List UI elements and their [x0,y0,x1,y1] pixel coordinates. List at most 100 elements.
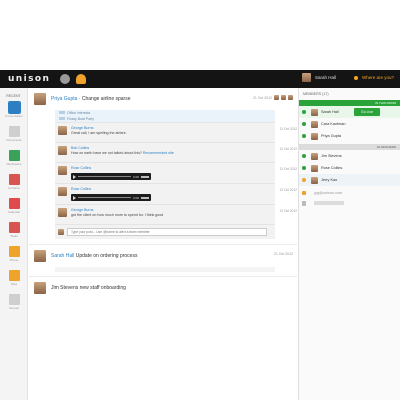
post-author[interactable]: Priya Gupta [51,96,77,102]
member-avatar [311,108,318,116]
play-icon[interactable] [73,174,76,179]
member-item[interactable]: Jim Stevens [299,150,400,162]
sidebar-item[interactable]: Tasks [0,218,28,242]
comment-date: 12 Oct 2012 [279,167,297,171]
sidebar-item[interactable]: Files [0,266,28,290]
go-live-button[interactable]: Go Live [354,108,380,116]
volume-icon[interactable] [141,196,149,199]
tag-icon [59,111,65,114]
reply-avatar [58,229,64,235]
groups-icon [8,294,20,305]
member-item[interactable]: Jerry Kao [299,174,400,186]
invite-text[interactable]: jpg@unison.com [314,191,342,195]
post-title[interactable]: Jim Stevens new staff onboarding [51,285,126,291]
member-name: Sarah Hall [321,110,339,114]
commenter-name[interactable]: Bob Collins [71,146,272,150]
post-meta: 21 Oct 2012 [274,252,293,256]
status-dot-icon [353,75,358,80]
participant-avatar [281,95,286,100]
member-item[interactable]: Rose Collins [299,162,400,174]
audio-time: 0:00 [133,174,139,179]
sidebar-item[interactable]: Groups [0,290,28,314]
post-author[interactable]: Jim Stevens [51,285,78,291]
comment: Bob Collins How on earth have we not talk… [55,143,297,163]
member-item[interactable]: Cara Kaufman [299,118,400,130]
commenter-avatar[interactable] [58,166,67,175]
user-avatar[interactable] [301,73,311,82]
author-avatar[interactable] [34,282,46,294]
comment-body: Rose Collins 0:00 [71,187,272,201]
post-subject: Update on ordering process [75,253,138,259]
member-name: Cara Kaufman [321,122,346,126]
user-name[interactable]: Sarah Hall [315,75,336,80]
commenter-name[interactable]: George Burns [71,126,272,130]
member-item[interactable]: Priya Gupta [299,130,400,142]
sidebar-item-label: Calendar [7,210,21,214]
audio-player[interactable]: 0:00 [71,173,151,180]
sidebar-item-label: Tasks [10,234,18,238]
author-avatar[interactable] [34,93,46,105]
app-logo: unison [8,74,51,84]
audio-progress[interactable] [78,197,132,198]
comment-date: 12 Oct 2012 [279,209,297,213]
people-icon[interactable] [60,74,71,84]
members-panel: MEMBERS (17) IN THIS ROOM Sarah Hall Go L… [298,88,400,400]
member-item[interactable]: Sarah Hall Go Live [299,106,400,118]
comment-text-body: Great call, I am spelling the airfare. [71,131,127,135]
comment-text: How on earth have we not talked about th… [71,151,272,155]
left-sidebar: RECENT Conversation Documents Workspace Con… [0,88,28,400]
sidebar-item-label: Files [10,282,18,286]
commenter-avatar[interactable] [58,187,67,196]
calendar-icon [8,198,20,209]
post: Priya Gupta · Change airline sparse 21 O… [29,88,297,245]
commenter-avatar[interactable] [58,126,67,135]
member-name: Jerry Kao [321,178,338,182]
elsewhere-list: Jim Stevens Rose Collins Jerry Kao [299,150,400,186]
sidebar-item[interactable]: Phone [0,242,28,266]
member-name: Priya Gupta [321,134,342,138]
comment-link[interactable]: Recommended site [143,151,174,155]
comment-date: 12 Oct 2012 [279,188,297,192]
presence-dot-icon [302,122,306,126]
volume-icon[interactable] [141,175,149,178]
comment-text: got the client on how much more to spend… [71,213,272,217]
sidebar-item[interactable]: Calendar [0,194,28,218]
commenter-avatar[interactable] [58,146,67,155]
play-icon[interactable] [73,195,76,200]
sidebar-item[interactable]: Conversation [0,98,28,122]
post-author[interactable]: Sarah Hall [51,253,74,259]
commenter-avatar[interactable] [58,208,67,217]
comment-body: George Burns got the client on how much m… [71,208,272,221]
comment-text-body: got the client on how much more to spend… [71,213,164,217]
sidebar-item[interactable]: Documents [0,122,28,146]
commenter-name[interactable]: Rose Collins [71,187,272,191]
sidebar-item[interactable]: Workspace [0,146,28,170]
post-date: 21 Oct 2012 [252,95,272,100]
author-avatar[interactable] [34,250,46,262]
comment: Rose Collins 0:00 12 Oct 2012 [55,163,297,184]
comment-date: 12 Oct 2012 [279,147,297,151]
reply-input[interactable] [67,228,267,236]
commenter-name[interactable]: Rose Collins [71,166,272,170]
member-avatar [311,132,318,140]
feed: Priya Gupta · Change airline sparse 21 O… [29,88,297,400]
post-title[interactable]: Priya Gupta · Change airline sparse [51,96,131,102]
sidebar-item-label: Conversation [5,114,23,118]
status-text[interactable]: Where are you? [362,75,394,80]
presence-dot-icon [302,154,306,158]
sidebar-item-label: Contacts [8,186,20,190]
audio-progress[interactable] [78,176,132,177]
invite-row[interactable]: jpg@unison.com [299,188,400,198]
gesture-icon[interactable] [76,74,87,84]
comment: Rose Collins 0:00 12 Oct 2012 [55,184,297,205]
post-tags: Office interests Friday Boat Party [55,110,275,122]
online-list: Sarah Hall Go Live Cara Kaufman Priya Gupta [299,106,400,142]
invite-row [299,198,400,208]
audio-player[interactable]: 0:00 [71,194,151,201]
post-title[interactable]: Sarah Hall Update on ordering process [51,253,137,259]
user-area: Sarah Hall Where are you? [301,73,394,82]
comment-body: Bob Collins How on earth have we not talk… [71,146,272,159]
sidebar-item[interactable]: Contacts [0,170,28,194]
commenter-name[interactable]: George Burns [71,208,272,212]
sidebar-item-label: Groups [9,306,19,310]
